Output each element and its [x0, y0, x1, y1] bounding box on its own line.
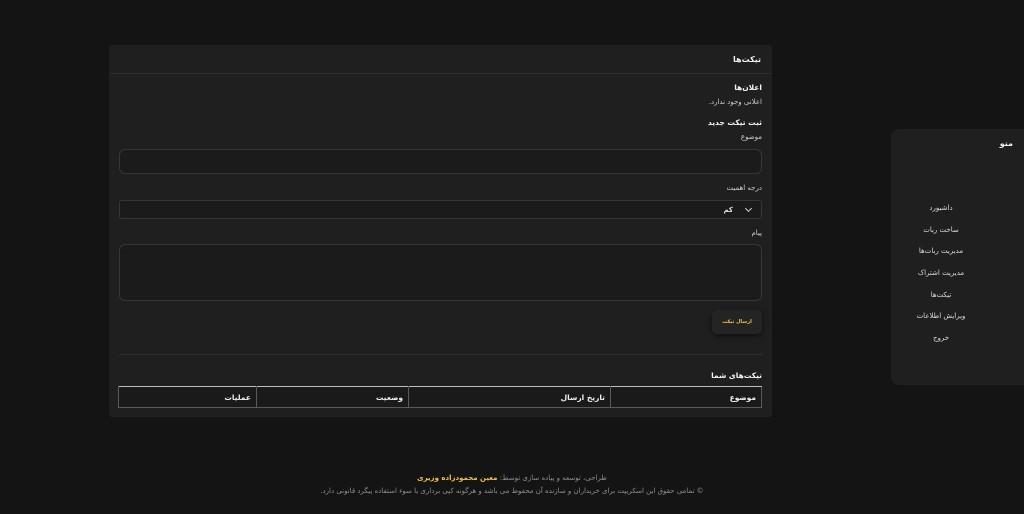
- announcements-title: اعلان‌ها: [734, 83, 762, 92]
- tickets-card: تیکت‌ها اعلان‌ها اعلانی وجود ندارد. ثبت …: [109, 45, 772, 417]
- announcements-empty-text: اعلانی وجود ندارد.: [708, 98, 762, 106]
- message-textarea[interactable]: [119, 244, 762, 301]
- footer-author-link[interactable]: معین محمودزاده وزیری: [417, 474, 497, 482]
- table-header-row: موضوع تاریخ ارسال وضعیت عملیات: [118, 386, 762, 408]
- sidebar-item-tickets[interactable]: تیکت‌ها: [901, 284, 981, 306]
- column-header-status: وضعیت: [256, 386, 409, 408]
- sidebar-item-edit-profile[interactable]: ویرایش اطلاعات: [901, 305, 981, 327]
- column-header-actions: عملیات: [118, 386, 257, 408]
- new-ticket-title: ثبت تیکت جدید: [707, 118, 762, 127]
- tickets-table: موضوع تاریخ ارسال وضعیت عملیات: [118, 386, 762, 408]
- card-header: تیکت‌ها: [109, 45, 772, 74]
- column-header-date: تاریخ ارسال: [408, 386, 611, 408]
- section-divider: [119, 354, 762, 355]
- send-ticket-button-label: ارسال تیکت: [722, 319, 752, 325]
- priority-selected-value: کم: [723, 205, 733, 214]
- sidebar-menu: منو داشبورد ساخت ربات مدیریت ربات‌ها مدی…: [891, 129, 1024, 385]
- subject-input[interactable]: [119, 149, 762, 174]
- priority-select[interactable]: کم: [119, 200, 762, 219]
- sidebar-item-dashboard[interactable]: داشبورد: [901, 197, 981, 219]
- page: تیکت‌ها اعلان‌ها اعلانی وجود ندارد. ثبت …: [0, 0, 1024, 514]
- subject-label: موضوع: [740, 133, 762, 141]
- footer-copyright: © تمامی حقوق این اسکریپت برای خریداران و…: [320, 487, 704, 495]
- sidebar-items: داشبورد ساخت ربات مدیریت ربات‌ها مدیریت …: [901, 197, 981, 349]
- send-ticket-button[interactable]: ارسال تیکت: [712, 310, 762, 334]
- card-title: تیکت‌ها: [733, 54, 761, 64]
- footer: طراحی، توسعه و پیاده سازی توسط: معین محم…: [0, 472, 1024, 498]
- priority-label: درجه اهمیت: [726, 184, 762, 192]
- sidebar-item-logout[interactable]: خروج: [901, 327, 981, 349]
- footer-credit-prefix: طراحی، توسعه و پیاده سازی توسط:: [499, 474, 607, 482]
- sidebar-item-create-bot[interactable]: ساخت ربات: [901, 219, 981, 241]
- sidebar-item-manage-subscription[interactable]: مدیریت اشتراک: [901, 262, 981, 284]
- message-label: پیام: [751, 229, 762, 237]
- sidebar-item-manage-bots[interactable]: مدیریت ربات‌ها: [901, 240, 981, 262]
- footer-credit: طراحی، توسعه و پیاده سازی توسط: معین محم…: [0, 472, 1024, 485]
- column-header-subject: موضوع: [610, 386, 762, 408]
- sidebar-title: منو: [999, 139, 1013, 148]
- chevron-down-icon: [744, 204, 753, 213]
- your-tickets-title: تیکت‌های شما: [711, 371, 762, 380]
